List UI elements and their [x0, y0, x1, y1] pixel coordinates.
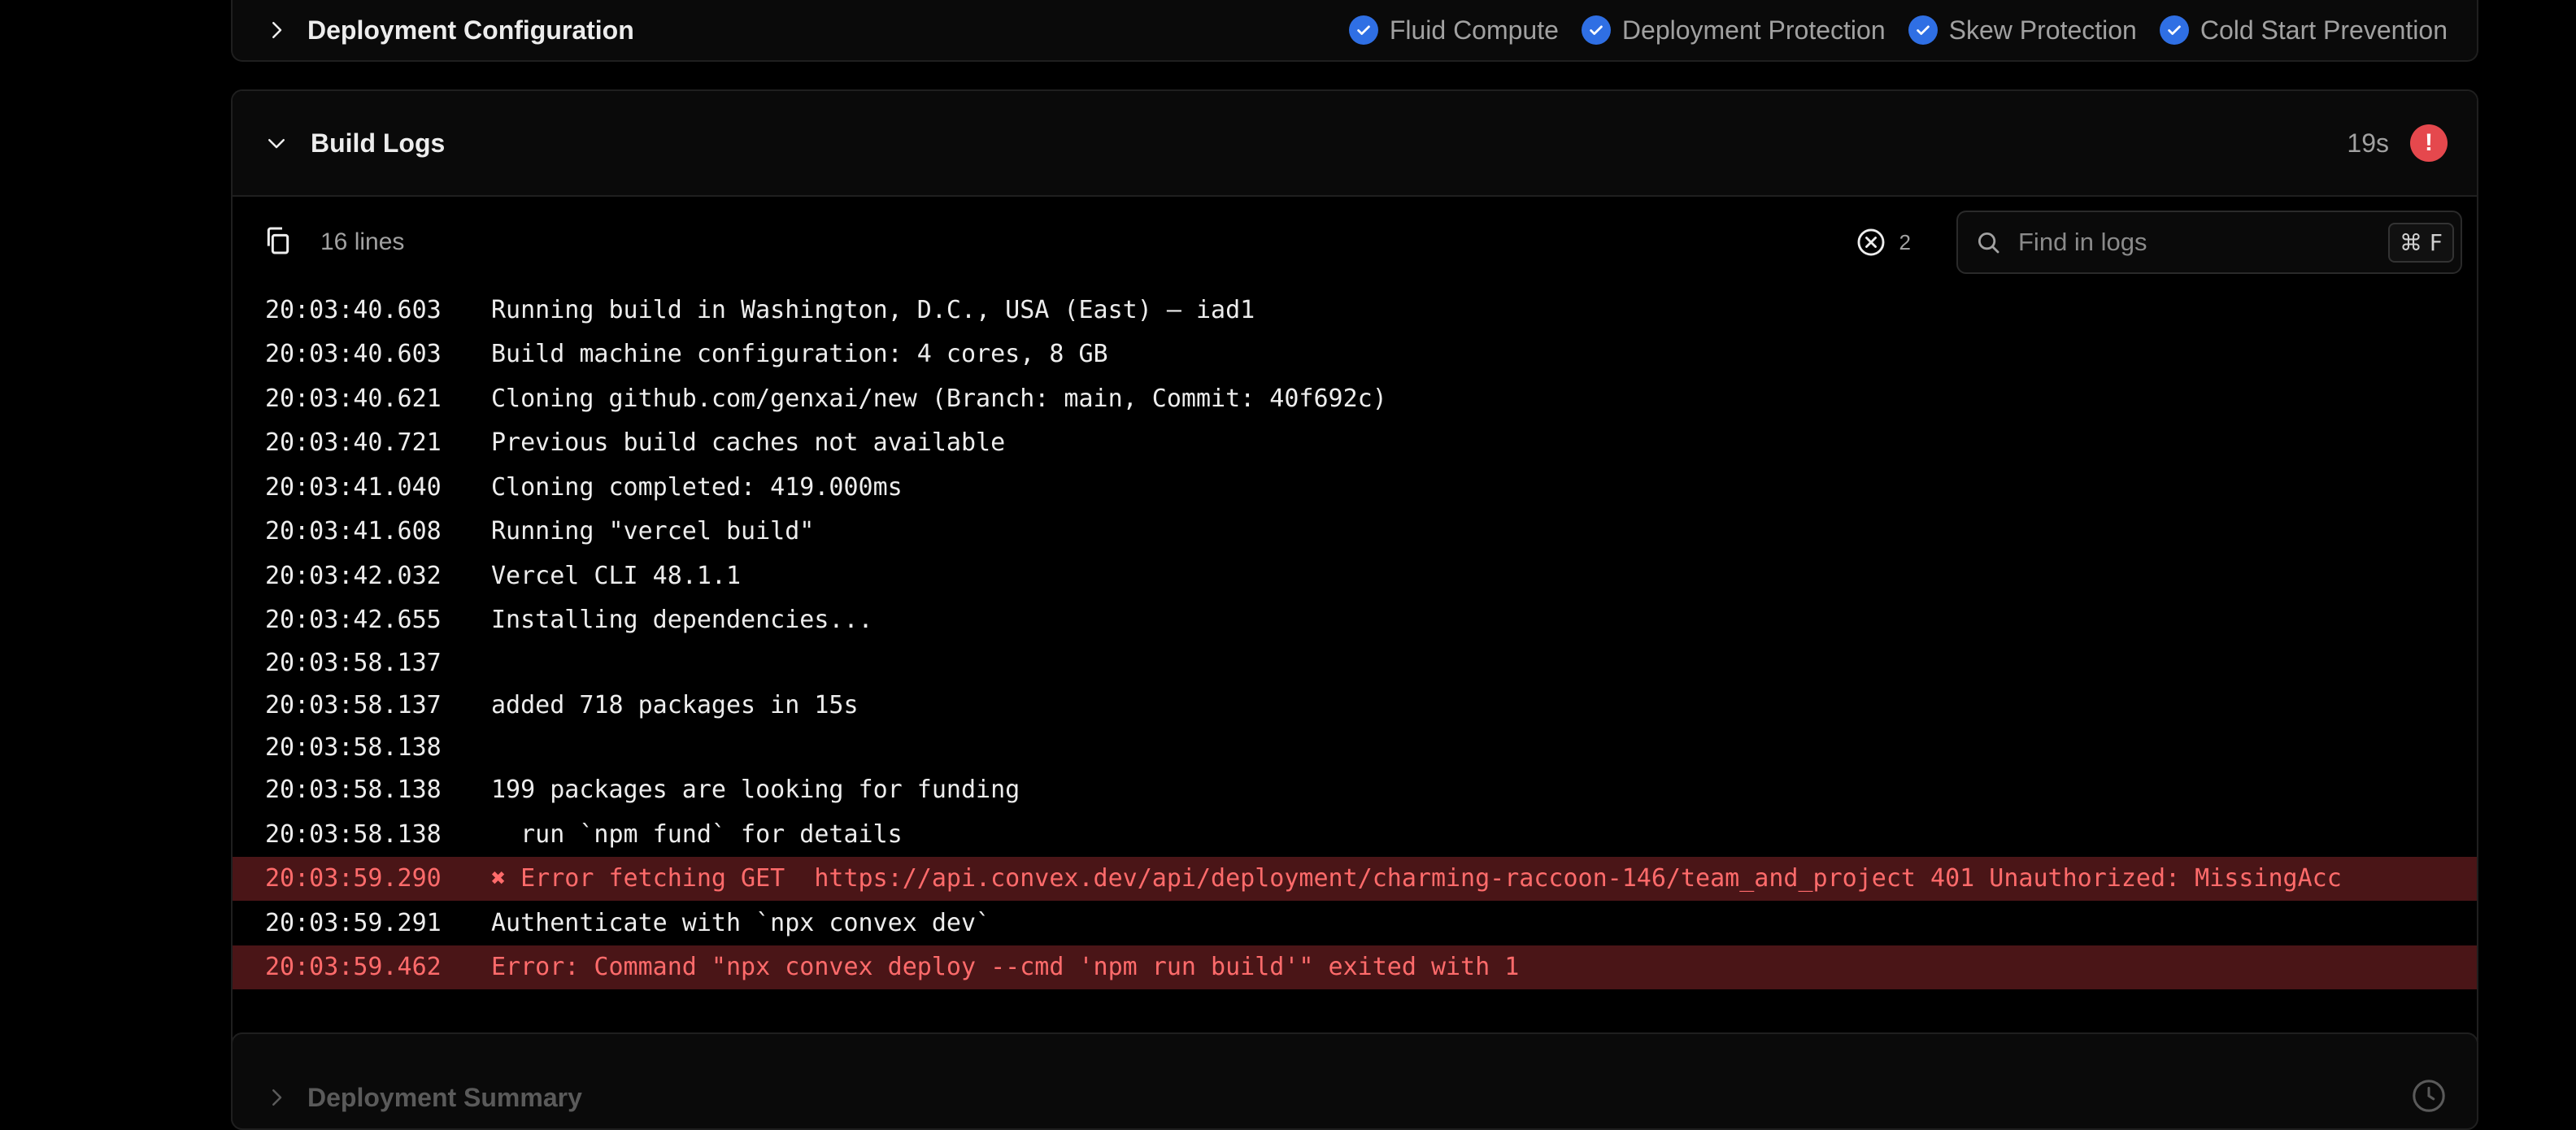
x-circle-icon — [1857, 228, 1884, 256]
feature-deployment-protection: Deployment Protection — [1581, 15, 1886, 46]
log-list: 20:03:40.603 Running build in Washington,… — [233, 288, 2477, 989]
log-timestamp: 20:03:59.291 — [265, 908, 442, 937]
log-line[interactable]: 20:03:58.137 added 718 packages in 15s — [233, 683, 2477, 728]
build-duration: 19s — [2347, 128, 2389, 158]
log-message: Authenticate with `npx convex dev` — [491, 908, 991, 937]
keyboard-shortcut: ⌘ F — [2387, 222, 2454, 263]
find-in-logs-search[interactable]: ⌘ F — [1956, 211, 2462, 274]
search-icon — [1978, 232, 1999, 254]
chevron-right-icon[interactable] — [262, 15, 291, 45]
log-line-error[interactable]: 20:03:59.290 ✖ Error fetching GET https:/… — [233, 856, 2477, 901]
log-timestamp: 20:03:42.655 — [265, 606, 442, 635]
log-line[interactable]: 20:03:40.603 Build machine configuration:… — [233, 332, 2477, 377]
log-timestamp: 20:03:42.032 — [265, 561, 442, 590]
log-timestamp: 20:03:40.603 — [265, 340, 442, 369]
logs-toolbar: 16 lines 2 ⌘ F — [233, 197, 2477, 288]
log-timestamp: 20:03:41.608 — [265, 517, 442, 546]
log-message: ✖ Error fetching GET https://api.convex.… — [491, 864, 2342, 893]
log-timestamp: 20:03:58.137 — [265, 690, 442, 719]
check-circle-icon — [1348, 15, 1378, 45]
copy-icon[interactable] — [262, 224, 294, 261]
log-timestamp: 20:03:58.138 — [265, 733, 442, 762]
log-message: Error: Command "npx convex deploy --cmd … — [491, 953, 1520, 982]
build-logs-header[interactable]: Build Logs 19s ! — [233, 91, 2477, 197]
log-timestamp: 20:03:58.138 — [265, 819, 442, 849]
log-line[interactable]: 20:03:58.137 — [233, 642, 2477, 683]
log-line[interactable]: 20:03:58.138 — [233, 728, 2477, 768]
log-line[interactable]: 20:03:58.138 run `npm fund` for details — [233, 812, 2477, 857]
clock-icon — [2410, 1077, 2448, 1119]
log-line[interactable]: 20:03:41.608 Running "vercel build" — [233, 510, 2477, 554]
log-line[interactable]: 20:03:42.032 Vercel CLI 48.1.1 — [233, 554, 2477, 598]
log-line[interactable]: 20:03:42.655 Installing dependencies... — [233, 598, 2477, 643]
deployment-summary-section[interactable]: Deployment Summary — [231, 1032, 2478, 1130]
feature-label: Cold Start Prevention — [2200, 15, 2448, 45]
config-title: Deployment Configuration — [307, 15, 634, 45]
log-message: Previous build caches not available — [491, 428, 1006, 458]
search-input[interactable] — [2018, 228, 2388, 257]
feature-label: Fluid Compute — [1389, 15, 1559, 45]
error-count: 2 — [1899, 229, 1911, 254]
log-message: Cloning github.com/genxai/new (Branch: m… — [491, 384, 1387, 413]
log-timestamp: 20:03:41.040 — [265, 472, 442, 502]
log-message: Cloning completed: 419.000ms — [491, 472, 903, 502]
feature-skew-protection: Skew Protection — [1908, 15, 2137, 46]
check-circle-icon — [2159, 15, 2189, 45]
log-timestamp: 20:03:58.137 — [265, 648, 442, 677]
log-message: Installing dependencies... — [491, 606, 873, 635]
log-timestamp: 20:03:58.138 — [265, 776, 442, 805]
feature-label: Deployment Protection — [1621, 15, 1886, 45]
feature-label: Skew Protection — [1948, 15, 2137, 45]
log-timestamp: 20:03:40.603 — [265, 295, 442, 324]
log-timestamp: 20:03:40.621 — [265, 384, 442, 413]
log-line[interactable]: 20:03:59.291 Authenticate with `npx conve… — [233, 901, 2477, 945]
chevron-right-icon[interactable] — [262, 1083, 291, 1112]
log-message: run `npm fund` for details — [491, 819, 903, 849]
deployment-configuration-section[interactable]: Deployment Configuration Fluid Compute D… — [231, 0, 2478, 62]
log-timestamp: 20:03:59.290 — [265, 864, 442, 893]
build-logs-title: Build Logs — [311, 128, 446, 158]
log-message: Build machine configuration: 4 cores, 8 … — [491, 340, 1108, 369]
log-line[interactable]: 20:03:58.138 199 packages are looking for… — [233, 768, 2477, 813]
log-line[interactable]: 20:03:40.721 Previous build caches not av… — [233, 421, 2477, 466]
log-timestamp: 20:03:59.462 — [265, 953, 442, 982]
error-filter-button[interactable]: 2 — [1856, 227, 1911, 258]
log-message: added 718 packages in 15s — [491, 690, 859, 719]
error-status-icon: ! — [2410, 124, 2448, 162]
check-circle-icon — [1581, 15, 1611, 45]
feature-cold-start-prevention: Cold Start Prevention — [2159, 15, 2448, 46]
log-message: Vercel CLI 48.1.1 — [491, 561, 742, 590]
log-line-error[interactable]: 20:03:59.462 Error: Command "npx convex d… — [233, 945, 2477, 989]
log-line[interactable]: 20:03:40.621 Cloning github.com/genxai/ne… — [233, 376, 2477, 421]
feature-fluid-compute: Fluid Compute — [1348, 15, 1559, 46]
log-line[interactable]: 20:03:40.603 Running build in Washington,… — [233, 288, 2477, 332]
build-logs-section: Build Logs 19s ! 16 lines 2 ⌘ F 20:03:40… — [231, 89, 2478, 1130]
log-message: Running "vercel build" — [491, 517, 815, 546]
log-timestamp: 20:03:40.721 — [265, 428, 442, 458]
log-message: 199 packages are looking for funding — [491, 776, 1020, 805]
lines-count: 16 lines — [320, 228, 405, 255]
chevron-down-icon[interactable] — [262, 128, 291, 158]
log-line[interactable]: 20:03:41.040 Cloning completed: 419.000ms — [233, 465, 2477, 510]
feature-list: Fluid Compute Deployment Protection Skew… — [1348, 15, 2448, 46]
check-circle-icon — [1908, 15, 1938, 45]
summary-title: Deployment Summary — [307, 1082, 582, 1112]
log-message: Running build in Washington, D.C., USA (… — [491, 295, 1255, 324]
